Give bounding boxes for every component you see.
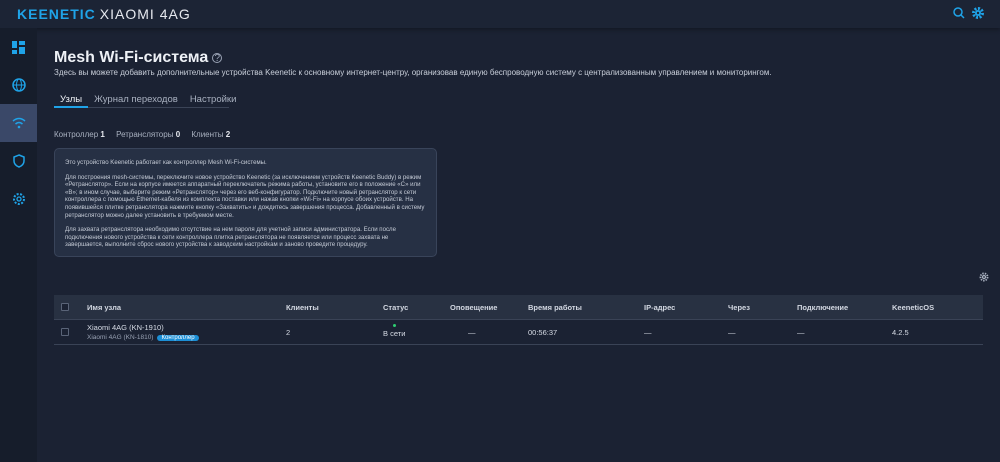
notification-cell: — [468,328,476,337]
table-settings-icon[interactable] [979,272,989,282]
search-icon[interactable] [952,6,966,20]
via-cell: — [728,328,736,337]
sidebar [0,28,37,462]
row-checkbox[interactable] [61,328,69,336]
column-header[interactable]: Время работы [528,303,582,312]
select-all-checkbox[interactable] [61,303,69,311]
dashboard-icon [12,40,25,54]
top-bar: KEENETIC XIAOMI 4AG [0,0,1000,28]
page-description: Здесь вы можете добавить дополнительные … [54,68,772,77]
status-cell: В сети [383,324,405,338]
column-header[interactable]: Оповещение [450,303,497,312]
info-paragraph: Для построения mesh-системы, переключите… [65,173,425,219]
globe-icon [11,78,26,92]
online-status-dot [393,324,396,327]
os-version-cell: 4.2.5 [892,328,909,337]
controller-badge: Контроллер [157,335,199,341]
gear-icon[interactable] [971,6,985,20]
help-icon[interactable]: ? [212,52,223,63]
ip-cell: — [644,328,652,337]
column-header[interactable]: Через [728,303,750,312]
column-header[interactable]: IP-адрес [644,303,675,312]
sidebar-item-security[interactable] [0,142,37,180]
page-title: Mesh Wi-Fi-система? [54,49,223,67]
gear-icon [12,193,25,205]
shield-icon [12,154,25,168]
logo[interactable]: KEENETIC XIAOMI 4AG [17,6,191,22]
node-name-cell[interactable]: Xiaomi 4AG (KN-1910) Xiaomi 4AG (KN-1810)… [87,323,199,343]
table-row[interactable]: Xiaomi 4AG (KN-1910) Xiaomi 4AG (KN-1810)… [54,320,983,345]
tabs: Узлы Журнал переходов Настройки [54,94,236,108]
wifi-icon [12,117,25,129]
counter-repeaters: Ретрансляторы 0 [116,130,181,139]
device-model: XIAOMI 4AG [99,6,191,22]
column-header[interactable]: Имя узла [87,303,121,312]
counter-controller: Контроллер 1 [54,130,105,139]
tab-settings[interactable]: Настройки [184,94,243,108]
info-box: Это устройство Keenetic работает как кон… [54,148,437,257]
nodes-table: Имя узла Клиенты Статус Оповещение Время… [54,295,983,345]
sidebar-item-settings[interactable] [0,180,37,218]
sidebar-item-wifi[interactable] [0,104,37,142]
tab-transition-log[interactable]: Журнал переходов [88,94,184,108]
column-header[interactable]: Статус [383,303,408,312]
node-counters: Контроллер 1 Ретрансляторы 0 Клиенты 2 [54,130,239,139]
table-header: Имя узла Клиенты Статус Оповещение Время… [54,295,983,320]
info-paragraph: Для захвата ретранслятора необходимо отс… [65,226,396,249]
info-paragraph: Это устройство Keenetic работает как кон… [65,159,267,166]
uptime-cell: 00:56:37 [528,328,558,337]
connection-cell: — [797,328,805,337]
sidebar-item-dashboard[interactable] [0,28,37,66]
tab-nodes[interactable]: Узлы [54,94,89,108]
clients-cell: 2 [286,328,291,337]
column-header[interactable]: KeeneticOS [892,303,934,312]
column-header[interactable]: Клиенты [286,303,319,312]
counter-clients: Клиенты 2 [191,130,231,139]
sidebar-item-internet[interactable] [0,66,37,104]
column-header[interactable]: Подключение [797,303,848,312]
